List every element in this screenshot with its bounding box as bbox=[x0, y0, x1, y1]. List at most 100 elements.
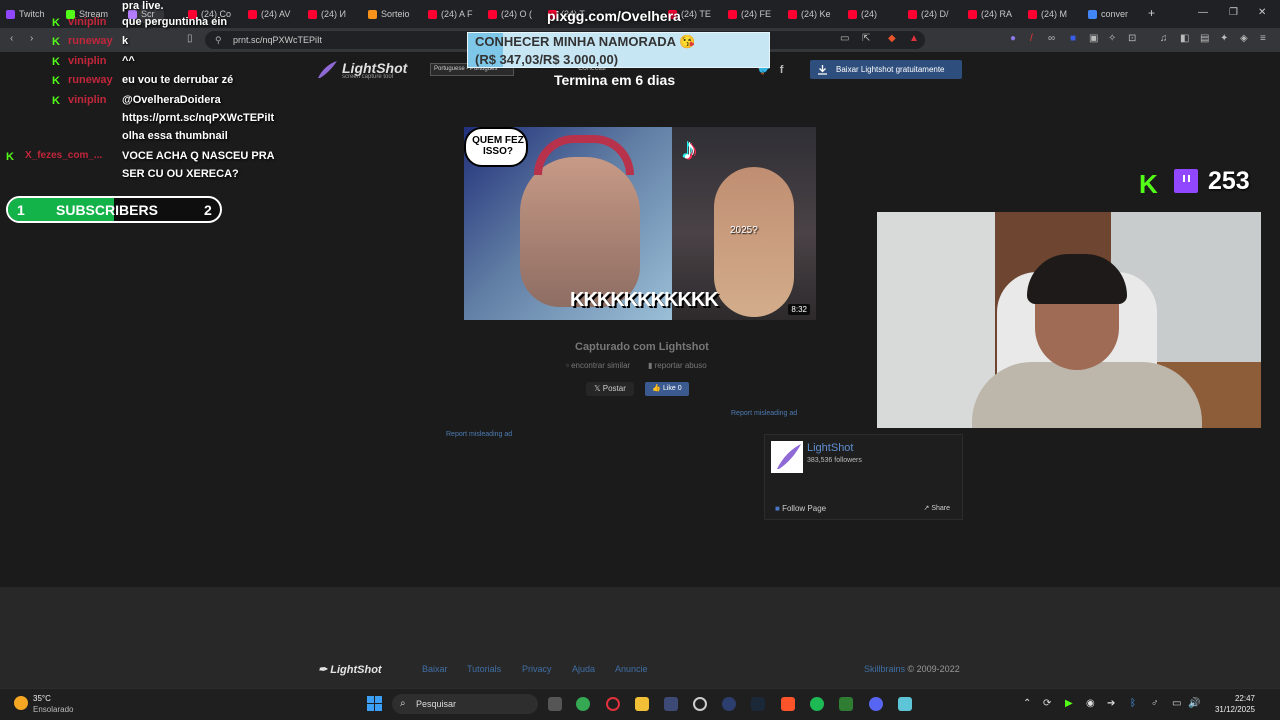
tray-obs-icon[interactable]: ◉ bbox=[1086, 698, 1095, 709]
screenshot-icon[interactable]: ⊡ bbox=[1128, 33, 1136, 44]
vpn-icon[interactable]: ◈ bbox=[1240, 33, 1248, 44]
footer-link-tutorials[interactable]: Tutorials bbox=[467, 664, 501, 674]
menu-icon[interactable]: ≡ bbox=[1260, 33, 1266, 44]
browser-tab[interactable]: (24) AV bbox=[248, 5, 304, 23]
chat-username[interactable]: viniplin bbox=[68, 16, 107, 28]
subscriber-count: 1 bbox=[17, 202, 25, 218]
task-view-icon[interactable] bbox=[548, 697, 562, 711]
extension-2-icon[interactable]: ▣ bbox=[1089, 33, 1098, 44]
kick-badge-icon: K bbox=[52, 36, 60, 48]
tweet-button[interactable]: 𝕏 Postar bbox=[586, 382, 634, 396]
chat-username[interactable]: runeway bbox=[68, 74, 113, 86]
brave-icon[interactable] bbox=[781, 697, 795, 711]
footer-link-download[interactable]: Baixar bbox=[422, 664, 448, 674]
browser-tab[interactable]: (24) FE bbox=[728, 5, 784, 23]
minimize-button[interactable]: — bbox=[1198, 7, 1208, 18]
puzzle-icon[interactable]: ✧ bbox=[1108, 33, 1116, 44]
discord-icon[interactable] bbox=[869, 697, 883, 711]
fb-follow-button[interactable]: ■ Follow Page bbox=[775, 504, 826, 513]
captured-with-lightshot: Capturado com Lightshot bbox=[575, 341, 709, 353]
app-icon-4[interactable] bbox=[839, 697, 853, 711]
browser-tab[interactable]: (24) M bbox=[1028, 5, 1084, 23]
browser-tab[interactable]: Twitch bbox=[6, 5, 50, 23]
close-window-button[interactable]: ✕ bbox=[1258, 7, 1266, 18]
steam-icon[interactable] bbox=[751, 697, 765, 711]
tab-favicon-icon bbox=[728, 9, 737, 19]
glasses-extension-icon[interactable]: ∞ bbox=[1048, 33, 1055, 44]
site-info-icon[interactable]: ⚲ bbox=[215, 31, 222, 49]
subscriber-label: SUBSCRIBERS bbox=[56, 202, 158, 218]
tab-favicon-icon bbox=[1028, 9, 1037, 19]
fb-like-label: Like 0 bbox=[662, 385, 682, 392]
footer-company[interactable]: Skillbrains bbox=[864, 664, 905, 674]
media-icon[interactable]: ♫ bbox=[1160, 33, 1168, 44]
taskbar-search[interactable]: ⌕ Pesquisar bbox=[392, 694, 538, 714]
footer-logo[interactable]: ✒ LightShot bbox=[318, 663, 382, 676]
tray-kick-icon[interactable]: ▶ bbox=[1065, 698, 1073, 709]
brave-shield-icon[interactable]: ◆ bbox=[888, 33, 896, 44]
chat-username[interactable]: X_fezes_com_... bbox=[25, 150, 102, 161]
forward-icon[interactable]: › bbox=[30, 33, 33, 44]
system-clock[interactable]: 22:47 31/12/2025 bbox=[1205, 693, 1255, 715]
app-icon-1[interactable] bbox=[664, 697, 678, 711]
download-lightshot-button[interactable]: Baixar Lightshot gratuitamente bbox=[810, 60, 962, 79]
browser-tab[interactable]: Sorteio bbox=[368, 5, 426, 23]
browser-tab[interactable]: (24) A F bbox=[428, 5, 484, 23]
volume-icon[interactable]: 🔊 bbox=[1188, 698, 1200, 709]
sidebar-icon[interactable]: ◧ bbox=[1180, 33, 1189, 44]
spotify-icon[interactable] bbox=[810, 697, 824, 711]
tray-overflow-icon[interactable]: ⌃ bbox=[1023, 698, 1031, 709]
tab-favicon-icon bbox=[848, 9, 857, 19]
notepad-icon[interactable] bbox=[898, 697, 912, 711]
extension-icon[interactable]: ● bbox=[1010, 33, 1016, 44]
report-ad-link-left[interactable]: Report misleading ad bbox=[446, 431, 512, 438]
app-icon-2[interactable] bbox=[693, 697, 707, 711]
browser-tab[interactable]: (24) O ( bbox=[488, 5, 544, 23]
new-tab-button[interactable]: + bbox=[1148, 6, 1155, 20]
pen-extension-icon[interactable]: / bbox=[1030, 33, 1033, 44]
footer-link-advertise[interactable]: Anuncie bbox=[615, 664, 648, 674]
report-abuse-link[interactable]: ▮ reportar abuso bbox=[648, 361, 707, 370]
share-icon[interactable]: ⇱ bbox=[862, 33, 870, 44]
browser-tab[interactable]: (24) И bbox=[308, 5, 364, 23]
browser-tab[interactable]: (24) bbox=[848, 5, 904, 23]
facebook-icon[interactable]: f bbox=[780, 64, 784, 76]
chat-username[interactable]: viniplin bbox=[68, 55, 107, 67]
fb-share-button[interactable]: ↗ Share bbox=[924, 504, 951, 512]
opera-icon[interactable] bbox=[606, 697, 620, 711]
browser-tab[interactable]: (24) Ke bbox=[788, 5, 844, 23]
find-similar-link[interactable]: ▫ encontrar similar bbox=[566, 361, 630, 370]
footer-link-privacy[interactable]: Privacy bbox=[522, 664, 552, 674]
fb-page-avatar[interactable] bbox=[771, 441, 803, 473]
screenshot-image[interactable]: ♪ QUEM FEZ ISSO? 2025? KKKKKKKKKKK 8:32 bbox=[464, 127, 816, 320]
address-url: prnt.sc/nqPXWcTEPiIt bbox=[233, 35, 323, 45]
tray-app-icon[interactable]: ⟳ bbox=[1043, 698, 1051, 709]
file-explorer-icon[interactable] bbox=[635, 697, 649, 711]
footer-link-help[interactable]: Ajuda bbox=[572, 664, 595, 674]
leo-icon[interactable]: ✦ bbox=[1220, 33, 1228, 44]
bluetooth-icon[interactable]: ᛒ bbox=[1130, 698, 1136, 709]
install-app-icon[interactable]: ▭ bbox=[840, 33, 849, 44]
start-button[interactable] bbox=[367, 696, 383, 712]
chrome-icon[interactable] bbox=[576, 697, 590, 711]
wallet-icon[interactable]: ▤ bbox=[1200, 33, 1209, 44]
browser-tab[interactable]: (24) RA bbox=[968, 5, 1024, 23]
report-ad-link-right[interactable]: Report misleading ad bbox=[731, 410, 797, 417]
facebook-like-button[interactable]: 👍 Like 0 bbox=[645, 382, 689, 396]
chat-username[interactable]: viniplin bbox=[68, 94, 107, 106]
fb-page-name[interactable]: LightShot bbox=[807, 442, 853, 454]
app-icon-3[interactable] bbox=[722, 697, 736, 711]
tray-bluetooth-arrow-icon[interactable]: ➔ bbox=[1107, 698, 1115, 709]
chat-username[interactable]: runeway bbox=[68, 35, 113, 47]
browser-tab[interactable]: (24) D/ bbox=[908, 5, 964, 23]
brave-rewards-icon[interactable]: ▲ bbox=[909, 33, 919, 44]
back-icon[interactable]: ‹ bbox=[10, 33, 13, 44]
network-icon[interactable]: ▭ bbox=[1172, 698, 1181, 709]
tab-label: (24) TE bbox=[681, 9, 711, 19]
bookmark-icon[interactable]: ▯ bbox=[187, 33, 193, 44]
mic-icon[interactable]: ♂ bbox=[1151, 698, 1159, 709]
maximize-button[interactable]: ❐ bbox=[1229, 7, 1238, 18]
chat-message: @OvelheraDoidera bbox=[122, 94, 221, 106]
ublock-icon[interactable]: ■ bbox=[1070, 33, 1076, 44]
browser-tab[interactable]: conver bbox=[1088, 5, 1144, 23]
